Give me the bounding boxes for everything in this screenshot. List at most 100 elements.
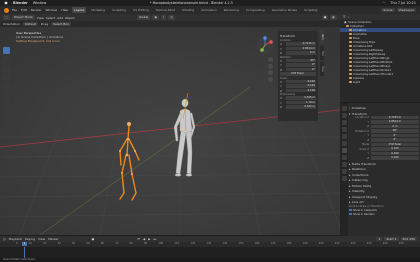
- tab-view[interactable]: View: [320, 62, 324, 76]
- menu-view[interactable]: View: [37, 16, 44, 20]
- rot-x-field[interactable]: 90°: [286, 58, 316, 63]
- rotate-tool-icon[interactable]: [2, 74, 10, 81]
- tab-rendering[interactable]: Rendering: [222, 7, 241, 13]
- rot-y-field[interactable]: 0°: [286, 63, 316, 67]
- prop-scale-x[interactable]: 0.100: [371, 147, 419, 151]
- output-props-icon[interactable]: [341, 120, 347, 125]
- snap-icon[interactable]: ⌇: [160, 15, 167, 20]
- scale-tool-icon[interactable]: [2, 83, 10, 90]
- play-reverse-icon[interactable]: ◀: [143, 237, 145, 241]
- orientation-selector[interactable]: Global: [136, 15, 151, 20]
- end-frame-field[interactable]: End 250: [400, 236, 417, 242]
- view-layer-selector[interactable]: ViewLayer: [396, 7, 416, 12]
- menu-window[interactable]: Window: [46, 8, 58, 12]
- properties-section[interactable]: ▸ Collections: [349, 173, 419, 177]
- rot-z-field[interactable]: 0°: [286, 67, 316, 72]
- mode-selector[interactable]: Object Mode: [11, 15, 35, 20]
- editor-type-icon[interactable]: ⬚: [3, 15, 10, 20]
- tab-sculpting[interactable]: Sculpting: [110, 7, 128, 13]
- transform-tool-icon[interactable]: [2, 92, 10, 99]
- tab-geometry-nodes[interactable]: Geometry Nodes: [270, 7, 299, 13]
- view-layer-icon[interactable]: [341, 127, 347, 132]
- data-props-icon[interactable]: [341, 176, 347, 181]
- tab-layout[interactable]: Layout: [72, 7, 87, 13]
- prop-loc-z[interactable]: 0 m: [371, 124, 419, 129]
- current-frame-field[interactable]: 1: [376, 236, 383, 242]
- dim-z-field[interactable]: 0.322 m: [286, 105, 316, 109]
- dim-x-field[interactable]: 0.325 m: [286, 96, 316, 100]
- menu-marker[interactable]: Marker: [48, 237, 58, 241]
- world-props-icon[interactable]: [341, 141, 347, 146]
- transform-header[interactable]: Transform: [280, 34, 316, 38]
- play-icon[interactable]: ▶: [148, 237, 150, 241]
- orientation-default[interactable]: Default: [22, 21, 38, 27]
- loc-z-field[interactable]: 0 m: [286, 51, 316, 55]
- properties-section[interactable]: ▸ Line Art: [349, 200, 419, 204]
- modifier-props-icon[interactable]: [341, 155, 347, 160]
- blender-logo-icon[interactable]: [4, 7, 9, 13]
- properties-section[interactable]: ▸ Motion Paths: [349, 184, 419, 188]
- proportional-icon[interactable]: ◎: [168, 15, 176, 20]
- menu-keying[interactable]: Keying: [25, 237, 35, 241]
- object-props-icon[interactable]: [341, 148, 347, 153]
- outliner-display-icon[interactable]: ☰: [343, 15, 346, 19]
- cursor-tool-icon[interactable]: [2, 56, 10, 63]
- properties-section[interactable]: ▸ Viewport Display: [349, 195, 419, 199]
- shading-solid-icon[interactable]: ●: [321, 15, 329, 20]
- menu-add[interactable]: Add: [57, 16, 63, 20]
- apple-icon[interactable]: [4, 1, 8, 5]
- properties-section[interactable]: ▸ Instancing: [349, 178, 419, 182]
- prop-scale-z[interactable]: 0.100: [371, 156, 419, 160]
- zoom-icon[interactable]: [268, 57, 273, 62]
- loc-x-field[interactable]: 0.7235 m: [286, 42, 316, 46]
- tab-tool[interactable]: Tool: [320, 46, 324, 60]
- tab-scripting[interactable]: Scripting: [302, 7, 319, 13]
- start-frame-field[interactable]: Start 1: [384, 236, 399, 242]
- properties-section[interactable]: ▸ Visibility: [349, 189, 419, 193]
- camera-view-icon[interactable]: [268, 70, 273, 75]
- scene-props-icon[interactable]: [341, 134, 347, 139]
- jump-start-icon[interactable]: ⏮: [137, 237, 140, 241]
- scale-x-field[interactable]: 0.100: [286, 79, 316, 84]
- menu-playback[interactable]: Playback: [9, 237, 22, 241]
- tab-texture-paint[interactable]: Texture Paint: [154, 7, 177, 13]
- prop-rotation-mode[interactable]: XYZ Euler: [371, 142, 419, 147]
- prop-loc-x[interactable]: 0.7235 m: [371, 115, 419, 120]
- select-tool-icon[interactable]: [2, 47, 10, 54]
- prop-rot-z[interactable]: 0°: [371, 138, 419, 142]
- navigation-gizmo[interactable]: [255, 35, 275, 55]
- move-tool-icon[interactable]: [2, 65, 10, 72]
- tool-props-icon[interactable]: [341, 106, 347, 111]
- playhead[interactable]: 1: [22, 242, 27, 246]
- shading-material-icon[interactable]: ◐: [330, 15, 337, 20]
- scale-y-field[interactable]: 0.100: [286, 84, 316, 88]
- record-icon[interactable]: ●: [92, 237, 95, 241]
- tab-modeling[interactable]: Modeling: [89, 7, 107, 13]
- prop-loc-y[interactable]: 2.8524 m: [371, 120, 419, 124]
- render-props-icon[interactable]: [341, 113, 347, 118]
- constraint-props-icon[interactable]: [341, 169, 347, 174]
- wifi-icon[interactable]: ◠: [382, 1, 385, 5]
- prop-rot-x[interactable]: 90°: [371, 129, 419, 133]
- properties-section[interactable]: ▸ Relations: [349, 167, 419, 171]
- outliner-search-icon[interactable]: ⌕: [348, 15, 350, 19]
- menu-view[interactable]: View: [38, 237, 45, 241]
- menu-select[interactable]: Select: [46, 16, 55, 20]
- prop-scale-y[interactable]: 0.100: [371, 151, 419, 156]
- properties-section[interactable]: ▸ Delta Transform: [349, 162, 419, 166]
- prop-rot-y[interactable]: 0°: [371, 133, 419, 138]
- window-menu[interactable]: Window: [33, 1, 46, 5]
- menu-render[interactable]: Render: [31, 8, 42, 12]
- tab-item[interactable]: Item: [320, 30, 324, 44]
- tab-animation[interactable]: Animation: [199, 7, 218, 13]
- measure-tool-icon[interactable]: [2, 110, 10, 117]
- tab-uv-editing[interactable]: UV Editing: [131, 7, 151, 13]
- pan-hand-icon[interactable]: [268, 63, 273, 69]
- annotate-tool-icon[interactable]: [2, 101, 10, 108]
- menu-edit[interactable]: Edit: [21, 8, 27, 12]
- timeline-editor-icon[interactable]: ◷: [3, 237, 6, 241]
- tab-compositing[interactable]: Compositing: [244, 7, 267, 13]
- menu-object[interactable]: Object: [65, 16, 75, 20]
- select-box-dropdown[interactable]: Select Box: [51, 21, 71, 27]
- dim-y-field[interactable]: 1.79 m: [286, 100, 316, 105]
